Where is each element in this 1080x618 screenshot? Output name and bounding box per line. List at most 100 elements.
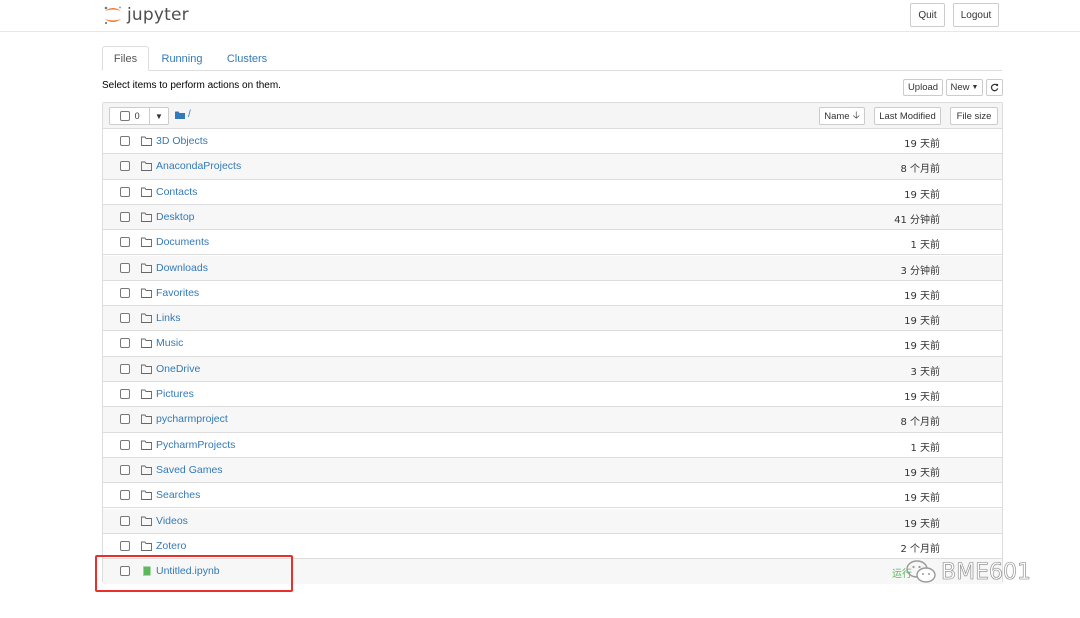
last-modified: 2 个月前 [900,543,940,555]
row-checkbox[interactable] [120,136,130,146]
brand-name: jupyter [127,5,189,25]
breadcrumb[interactable]: / [175,109,191,120]
row-checkbox[interactable] [120,439,130,450]
folder-row[interactable]: 3D Objects 19 天前 [103,129,1002,155]
refresh-button[interactable] [986,79,1003,96]
row-checkbox[interactable] [120,490,130,501]
row-checkbox[interactable] [120,464,130,475]
last-modified: 19 天前 [904,493,940,505]
folder-row[interactable]: pycharmproject 8 个月前 [103,407,1002,433]
sort-by-name-button[interactable]: Name 🡣 [819,107,865,125]
folder-row[interactable]: Pictures 19 天前 [103,382,1002,408]
folder-row[interactable]: Searches 19 天前 [103,483,1002,509]
row-checkbox[interactable] [120,287,130,298]
file-name-link[interactable]: Favorites [156,287,199,299]
notebook-row[interactable]: Untitled.ipynb 运行 [103,559,1002,585]
folder-row[interactable]: Videos 19 天前 [103,508,1002,534]
jupyter-logo-icon [104,6,121,24]
row-checkbox[interactable] [120,540,130,551]
folder-icon [141,313,152,324]
select-dropdown-button[interactable]: ▼ [149,108,168,124]
last-modified: 19 天前 [904,139,940,150]
sort-by-modified-button[interactable]: Last Modified [874,107,941,125]
breadcrumb-root[interactable]: / [188,109,191,120]
jupyter-logo[interactable]: jupyter [103,2,189,28]
header-bar: jupyter Quit Logout [0,0,1080,32]
file-name-link[interactable]: Documents [156,236,209,248]
row-checkbox[interactable] [120,186,130,197]
arrow-down-icon: 🡣 [852,109,860,121]
folder-row[interactable]: OneDrive 3 天前 [103,356,1002,382]
watermark-text: BME601 [941,559,1032,585]
file-name-link[interactable]: Contacts [156,186,197,198]
folder-row[interactable]: Documents 1 天前 [103,230,1002,256]
file-name-link[interactable]: Pictures [156,388,194,400]
row-checkbox[interactable] [120,262,130,273]
refresh-icon [990,83,999,92]
folder-icon [141,414,152,425]
folder-icon [141,263,152,273]
row-checkbox[interactable] [120,363,130,374]
file-name-link[interactable]: Saved Games [156,464,223,476]
sort-by-size-button[interactable]: File size [950,107,998,125]
folder-row[interactable]: AnacondaProjects 8 个月前 [103,154,1002,180]
folder-row[interactable]: Favorites 19 天前 [103,281,1002,307]
file-name-link[interactable]: 3D Objects [156,135,208,147]
file-name-link[interactable]: Videos [156,515,188,527]
folder-icon [141,237,152,248]
folder-row[interactable]: PycharmProjects 1 天前 [103,433,1002,458]
tab-clusters[interactable]: Clusters [221,46,273,71]
quit-button[interactable]: Quit [910,3,945,27]
row-checkbox[interactable] [120,566,130,577]
tab-files[interactable]: Files [102,46,149,71]
last-modified: 41 分钟前 [894,214,940,226]
row-checkbox[interactable] [120,211,130,222]
file-name-link[interactable]: PycharmProjects [156,439,235,451]
row-checkbox[interactable] [120,338,130,349]
folder-icon [141,212,152,222]
last-modified: 8 个月前 [900,417,940,429]
select-all-group[interactable]: 0 ▼ [109,107,169,125]
last-modified: 3 分钟前 [900,265,940,277]
row-checkbox[interactable] [120,313,130,324]
folder-row[interactable]: Zotero 2 个月前 [103,534,1002,560]
folder-row[interactable]: Downloads 3 分钟前 [103,255,1002,281]
row-checkbox[interactable] [120,414,130,425]
caret-down-icon: ▼ [155,111,163,121]
folder-icon [141,389,152,399]
folder-icon [141,288,152,298]
row-checkbox[interactable] [120,515,130,526]
file-name-link[interactable]: pycharmproject [156,413,228,425]
folder-row[interactable]: Desktop 41 分钟前 [103,204,1002,231]
logout-button[interactable]: Logout [953,3,999,27]
last-modified: 8 个月前 [900,164,940,176]
file-name-link[interactable]: AnacondaProjects [156,160,241,172]
tab-running[interactable]: Running [156,46,208,71]
file-list-header: 0 ▼ / Name 🡣 Last Modified File size [103,103,1002,129]
file-list: 0 ▼ / Name 🡣 Last Modified File size 3D … [102,102,1003,585]
file-name-link[interactable]: Zotero [156,540,186,552]
last-modified: 19 天前 [904,290,940,302]
last-modified: 19 天前 [904,392,940,403]
file-name-link[interactable]: Downloads [156,262,208,274]
file-name-link[interactable]: OneDrive [156,363,200,375]
file-name-link[interactable]: Searches [156,489,200,501]
row-checkbox[interactable] [120,161,130,172]
file-name-link[interactable]: Links [156,312,181,324]
folder-row[interactable]: Saved Games 19 天前 [103,457,1002,484]
row-checkbox[interactable] [120,389,130,399]
folder-icon [141,541,152,551]
folder-row[interactable]: Links 19 天前 [103,306,1002,332]
folder-row[interactable]: Contacts 19 天前 [103,180,1002,205]
last-modified: 1 天前 [910,240,940,252]
row-checkbox[interactable] [120,237,130,248]
upload-button[interactable]: Upload [903,79,943,96]
select-all-checkbox[interactable] [120,111,130,121]
last-modified: 3 天前 [910,366,940,378]
last-modified: 19 天前 [904,316,940,328]
file-name-link[interactable]: Untitled.ipynb [156,565,220,577]
folder-row[interactable]: Music 19 天前 [103,331,1002,357]
new-dropdown-button[interactable]: New ▼ [946,79,983,96]
file-name-link[interactable]: Music [156,337,183,349]
file-name-link[interactable]: Desktop [156,211,195,223]
